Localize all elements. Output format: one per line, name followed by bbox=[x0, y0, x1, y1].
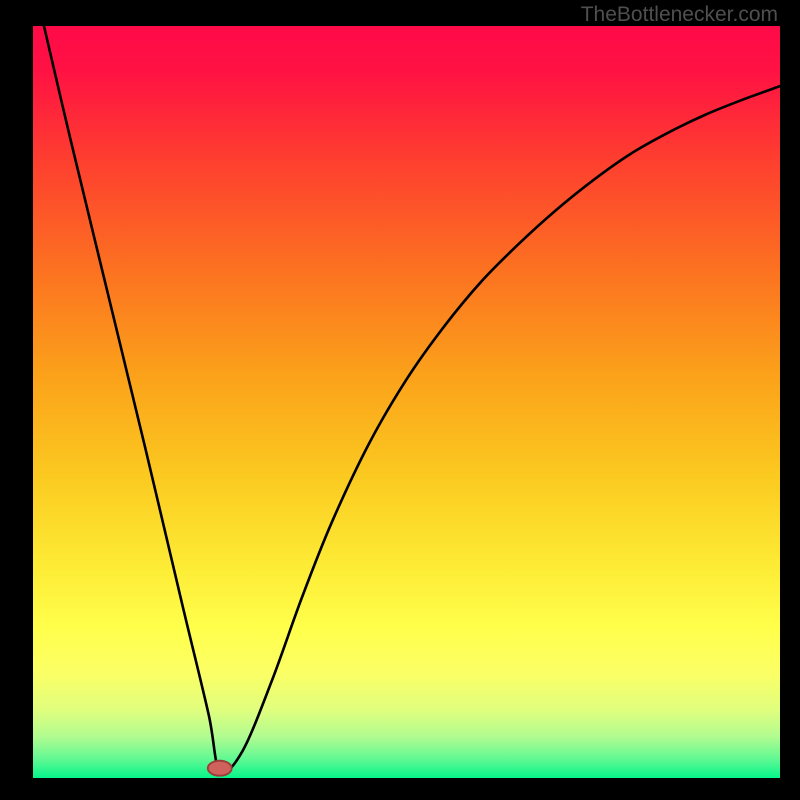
chart-stage: TheBottlenecker.com bbox=[0, 0, 800, 800]
bottleneck-curve bbox=[40, 26, 780, 772]
curve-layer bbox=[33, 26, 780, 778]
plot-area bbox=[33, 26, 780, 778]
optimal-point-marker bbox=[208, 761, 232, 776]
watermark-text: TheBottlenecker.com bbox=[581, 3, 778, 27]
